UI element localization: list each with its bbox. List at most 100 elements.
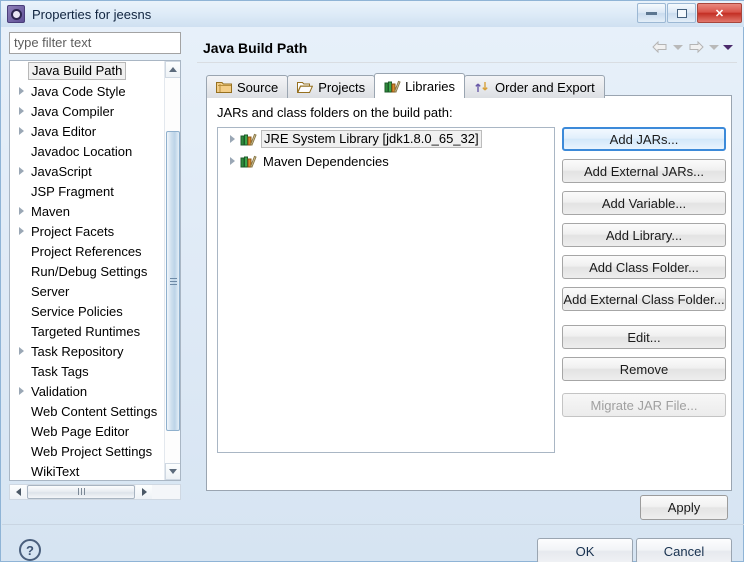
sidebar-item-task-repository[interactable]: Task Repository <box>10 341 164 361</box>
sidebar-item-targeted-runtimes[interactable]: Targeted Runtimes <box>10 321 164 341</box>
title-bar[interactable]: Properties for jeesns ✕ <box>1 1 744 27</box>
sidebar-item-validation[interactable]: Validation <box>10 381 164 401</box>
sidebar-item-run-debug-settings[interactable]: Run/Debug Settings <box>10 261 164 281</box>
tab-source[interactable]: Source <box>206 75 289 98</box>
sidebar-item-java-code-style[interactable]: Java Code Style <box>10 81 164 101</box>
forward-dropdown-icon[interactable] <box>709 44 719 50</box>
sidebar-item-label: JavaScript <box>31 163 92 179</box>
sidebar-item-label: Web Page Editor <box>31 423 130 439</box>
settings-page: Java Build Path Source Projects Librarie… <box>197 32 737 520</box>
tab-label: Libraries <box>405 78 456 94</box>
sidebar-item-label: Targeted Runtimes <box>31 323 141 339</box>
panel-label: JARs and class folders on the build path… <box>217 105 453 120</box>
books-icon <box>240 154 258 168</box>
apply-button[interactable]: Apply <box>640 495 728 520</box>
close-button[interactable]: ✕ <box>697 3 742 23</box>
arrow-left-icon[interactable] <box>651 39 669 55</box>
sidebar-item-label: Task Tags <box>31 363 89 379</box>
sidebar-hscroll-thumb[interactable] <box>27 485 135 499</box>
sidebar-item-java-editor[interactable]: Java Editor <box>10 121 164 141</box>
back-dropdown-icon[interactable] <box>673 44 683 50</box>
sidebar-item-label: Run/Debug Settings <box>31 263 148 279</box>
sidebar-item-javascript[interactable]: JavaScript <box>10 161 164 181</box>
sidebar-item-server[interactable]: Server <box>10 281 164 301</box>
sidebar-item-label: Java Editor <box>31 123 97 139</box>
expand-arrow-icon[interactable] <box>14 121 28 141</box>
tab-projects[interactable]: Projects <box>287 75 376 98</box>
tab-libraries[interactable]: Libraries <box>374 73 466 98</box>
library-entry-label: Maven Dependencies <box>263 153 389 169</box>
add-external-jars-button[interactable]: Add External JARs... <box>562 159 726 183</box>
libraries-button-column: Add JARs... Add External JARs... Add Varia… <box>562 127 726 425</box>
footer-divider <box>2 524 744 525</box>
library-entry[interactable]: Maven Dependencies <box>218 150 554 172</box>
cancel-button[interactable]: Cancel <box>636 538 732 562</box>
sidebar-vertical-scrollbar[interactable] <box>164 61 180 480</box>
expand-arrow-icon[interactable] <box>14 221 28 241</box>
dialog-body: type filter text Java Build Path Java Cod… <box>1 27 744 562</box>
sidebar-item-java-compiler[interactable]: Java Compiler <box>10 101 164 121</box>
sidebar-item-label: Project Facets <box>31 223 115 239</box>
sidebar-item-web-content-settings[interactable]: Web Content Settings <box>10 401 164 421</box>
tab-order-and-export[interactable]: Order and Export <box>464 75 605 98</box>
sidebar-item-service-policies[interactable]: Service Policies <box>10 301 164 321</box>
scroll-right-button[interactable] <box>136 485 152 499</box>
ok-button[interactable]: OK <box>537 538 633 562</box>
expand-arrow-icon[interactable] <box>14 101 28 121</box>
sidebar-item-java-build-path[interactable]: Java Build Path <box>10 61 164 81</box>
expand-arrow-icon[interactable] <box>14 381 28 401</box>
sidebar-item-web-page-editor[interactable]: Web Page Editor <box>10 421 164 441</box>
maximize-button[interactable] <box>667 3 696 23</box>
sidebar-item-label: Service Policies <box>31 303 123 319</box>
expand-arrow-icon[interactable] <box>14 161 28 181</box>
edit-button[interactable]: Edit... <box>562 325 726 349</box>
sidebar-horizontal-scrollbar[interactable] <box>9 484 181 500</box>
sidebar-item-maven[interactable]: Maven <box>10 201 164 221</box>
sidebar-item-web-project-settings[interactable]: Web Project Settings <box>10 441 164 461</box>
books-icon <box>240 132 258 146</box>
sidebar-scroll-thumb[interactable] <box>166 131 180 431</box>
add-library-button[interactable]: Add Library... <box>562 223 726 247</box>
add-jars-button[interactable]: Add JARs... <box>562 127 726 151</box>
library-entry[interactable]: JRE System Library [jdk1.8.0_65_32] <box>218 128 554 150</box>
settings-tree[interactable]: Java Build Path Java Code Style Java Compi… <box>9 60 181 481</box>
add-class-folder-button[interactable]: Add Class Folder... <box>562 255 726 279</box>
expand-arrow-icon[interactable] <box>224 135 240 143</box>
minimize-button[interactable] <box>637 3 666 23</box>
libraries-tree[interactable]: JRE System Library [jdk1.8.0_65_32] Maven… <box>217 127 555 453</box>
sidebar-item-javadoc-location[interactable]: Javadoc Location <box>10 141 164 161</box>
scroll-left-button[interactable] <box>10 485 26 499</box>
sidebar-item-project-references[interactable]: Project References <box>10 241 164 261</box>
add-external-class-folder-button[interactable]: Add External Class Folder... <box>562 287 726 311</box>
sidebar-item-wikitext[interactable]: WikiText <box>10 461 164 480</box>
remove-button[interactable]: Remove <box>562 357 726 381</box>
arrow-right-icon[interactable] <box>687 39 705 55</box>
scroll-down-button[interactable] <box>165 463 180 480</box>
question-mark-icon[interactable]: ? <box>19 539 41 561</box>
properties-dialog: Properties for jeesns ✕ type filter text… <box>0 0 744 562</box>
sidebar-item-project-facets[interactable]: Project Facets <box>10 221 164 241</box>
order-arrows-icon <box>474 80 490 95</box>
sidebar-item-jsp-fragment[interactable]: JSP Fragment <box>10 181 164 201</box>
add-variable-button[interactable]: Add Variable... <box>562 191 726 215</box>
expand-arrow-icon[interactable] <box>14 81 28 101</box>
filter-input[interactable]: type filter text <box>9 32 181 54</box>
expand-arrow-icon[interactable] <box>14 341 28 361</box>
sidebar-item-label: WikiText <box>31 463 80 479</box>
expand-arrow-icon[interactable] <box>14 201 28 221</box>
sidebar-item-task-tags[interactable]: Task Tags <box>10 361 164 381</box>
expand-arrow-icon[interactable] <box>224 157 240 165</box>
page-navigation <box>651 39 733 55</box>
sidebar-item-label: Validation <box>31 383 88 399</box>
scroll-up-button[interactable] <box>165 61 180 78</box>
chevron-down-filled-icon[interactable] <box>723 44 733 50</box>
tab-label: Order and Export <box>495 79 595 95</box>
sidebar-item-label: Java Compiler <box>31 103 115 119</box>
